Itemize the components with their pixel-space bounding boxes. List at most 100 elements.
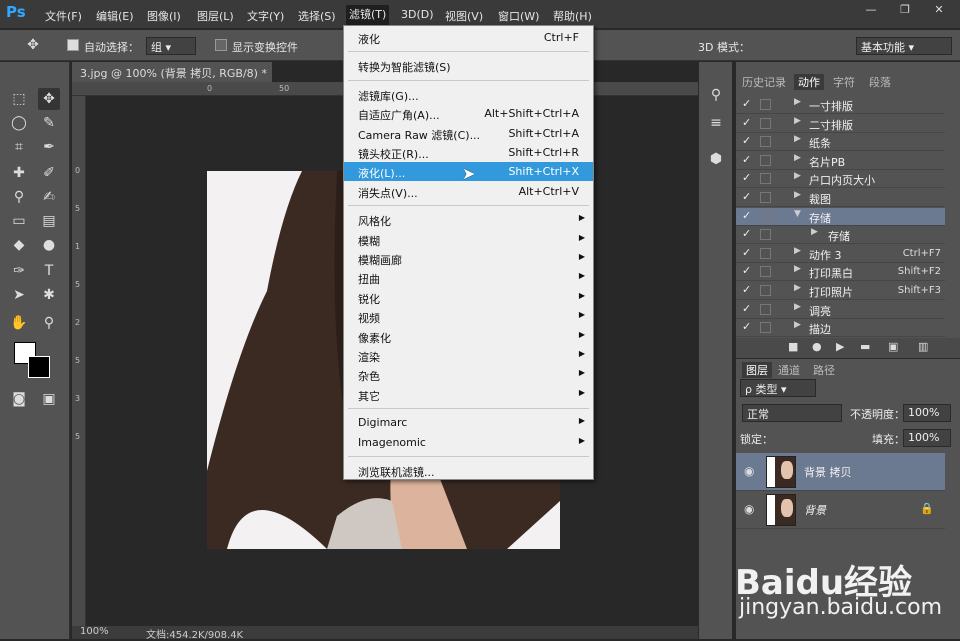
layer-name[interactable]: 背景 拷贝 <box>804 464 852 480</box>
action-dialog-toggle[interactable] <box>760 99 771 110</box>
shape-tool-icon[interactable]: ✱ <box>38 284 60 306</box>
minimize-icon[interactable]: — <box>864 3 878 17</box>
action-row[interactable]: ✓ ▶ 裁图 <box>736 189 945 207</box>
fill-input[interactable]: 100% <box>903 429 951 447</box>
action-dialog-toggle[interactable] <box>760 154 771 166</box>
new-action-icon[interactable]: ▣ <box>888 340 898 353</box>
blur-tool-icon[interactable]: ◆ <box>8 234 30 256</box>
expand-closed-icon[interactable]: ▶ <box>794 283 801 293</box>
filter-menu-item[interactable]: 模糊画廊 ▶ <box>344 249 593 268</box>
filter-menu-item[interactable]: 扭曲 ▶ <box>344 268 593 287</box>
tab-layers[interactable]: 图层 <box>742 362 772 378</box>
action-dialog-toggle[interactable] <box>760 285 771 296</box>
menu-3d[interactable]: 3D(D) <box>401 8 434 21</box>
hand-tool-icon[interactable]: ✋ <box>8 312 30 334</box>
action-check-icon[interactable]: ✓ <box>742 283 751 296</box>
clone-stamp-icon[interactable]: ⚲ <box>8 186 30 208</box>
menu-layer[interactable]: 图层(L) <box>197 8 234 24</box>
action-row[interactable]: ✓ ▶ 存储 <box>736 226 945 245</box>
blend-mode-dropdown[interactable]: 正常 <box>742 404 842 422</box>
filter-menu-item[interactable]: Imagenomic ▶ <box>344 433 593 452</box>
tab-actions[interactable]: 动作 <box>794 74 824 90</box>
visibility-eye-icon[interactable]: ◉ <box>744 502 754 516</box>
background-color-swatch[interactable] <box>28 356 50 378</box>
history-brush-icon[interactable]: ✍ <box>38 186 60 208</box>
tab-character[interactable]: 字符 <box>833 74 855 90</box>
action-check-icon[interactable]: ✓ <box>742 302 751 315</box>
pen-tool-icon[interactable]: ✑ <box>8 260 30 282</box>
menu-file[interactable]: 文件(F) <box>45 8 82 24</box>
filter-menu-item[interactable]: Camera Raw 滤镜(C)... Shift+Ctrl+A <box>344 124 593 143</box>
action-row[interactable]: ✓ ▶ 名片PB <box>736 152 945 170</box>
menu-select[interactable]: 选择(S) <box>298 8 336 24</box>
eraser-tool-icon[interactable]: ▭ <box>8 210 30 232</box>
document-tab[interactable]: 3.jpg @ 100% (背景 拷贝, RGB/8) * <box>72 62 272 82</box>
filter-menu-item[interactable]: 消失点(V)... Alt+Ctrl+V <box>344 182 593 201</box>
action-dialog-toggle[interactable] <box>760 136 771 148</box>
filter-menu-item[interactable]: 风格化 ▶ <box>344 210 593 229</box>
quick-mask-icon[interactable]: ◙ <box>8 388 30 410</box>
action-check-icon[interactable]: ✓ <box>742 264 751 277</box>
quick-select-tool-icon[interactable]: ✎ <box>38 112 60 134</box>
move-tool-icon[interactable]: ✥ <box>38 88 60 110</box>
expand-closed-icon[interactable]: ▶ <box>811 227 818 237</box>
filter-menu-item[interactable]: 液化 Ctrl+F <box>344 28 593 47</box>
action-dialog-toggle[interactable] <box>760 303 771 315</box>
move-tool-preset-icon[interactable]: ✥ <box>22 34 44 56</box>
auto-select-dropdown[interactable]: 组 ▾ <box>146 37 196 55</box>
expand-closed-icon[interactable]: ▶ <box>794 171 801 181</box>
action-dialog-toggle[interactable] <box>760 322 771 334</box>
expand-closed-icon[interactable]: ▶ <box>794 320 801 330</box>
record-icon[interactable]: ● <box>812 340 822 353</box>
screen-mode-icon[interactable]: ▣ <box>38 388 60 410</box>
action-check-icon[interactable]: ✓ <box>742 190 751 203</box>
action-row[interactable]: ✓ ▶ 打印黑白 Shift+F2 <box>736 263 945 282</box>
filter-menu-item[interactable]: 渲染 ▶ <box>344 346 593 365</box>
action-check-icon[interactable]: ✓ <box>742 153 751 166</box>
action-check-icon[interactable]: ✓ <box>742 246 751 259</box>
new-set-icon[interactable]: ▬ <box>860 340 870 353</box>
marquee-tool-icon[interactable]: ⬚ <box>8 88 30 110</box>
workspace-dropdown[interactable]: 基本功能 ▾ <box>856 37 952 55</box>
filter-menu-item[interactable]: 自适应广角(A)... Alt+Shift+Ctrl+A <box>344 104 593 123</box>
action-dialog-toggle[interactable] <box>760 117 771 129</box>
action-row[interactable]: ✓ ▶ 调亮 <box>736 301 945 319</box>
action-row[interactable]: ✓ ▶ 户口内页大小 <box>736 170 945 189</box>
close-icon[interactable]: ✕ <box>932 3 946 17</box>
action-row[interactable]: ✓ ▶ 二寸排版 <box>736 115 945 133</box>
menu-view[interactable]: 视图(V) <box>445 8 483 24</box>
opacity-input[interactable]: 100% <box>903 404 951 422</box>
stop-icon[interactable]: ■ <box>788 340 798 353</box>
dodge-tool-icon[interactable]: ● <box>38 234 60 256</box>
gradient-tool-icon[interactable]: ▤ <box>38 210 60 232</box>
expand-closed-icon[interactable]: ▶ <box>794 153 801 163</box>
action-row[interactable]: ✓ ▶ 动作 3 Ctrl+F7 <box>736 245 945 263</box>
action-check-icon[interactable]: ✓ <box>742 320 751 333</box>
action-check-icon[interactable]: ✓ <box>742 227 751 240</box>
tab-paragraph[interactable]: 段落 <box>869 74 891 90</box>
tab-channels[interactable]: 通道 <box>778 362 800 378</box>
delete-icon[interactable]: ▥ <box>918 340 928 353</box>
filter-menu-item[interactable]: 视频 ▶ <box>344 307 593 326</box>
tab-history[interactable]: 历史记录 <box>742 74 786 90</box>
filter-menu-item[interactable]: 转换为智能滤镜(S) <box>344 56 593 75</box>
action-row[interactable]: ✓ ▶ 一寸排版 <box>736 96 945 114</box>
path-select-icon[interactable]: ➤ <box>8 284 30 306</box>
expand-closed-icon[interactable]: ▶ <box>794 246 801 256</box>
filter-menu-item[interactable]: Digimarc ▶ <box>344 413 593 432</box>
filter-menu-item[interactable]: 其它 ▶ <box>344 385 593 404</box>
restore-icon[interactable]: ❐ <box>898 3 912 17</box>
history-panel-icon[interactable]: ⚲ <box>705 84 727 106</box>
play-icon[interactable]: ▶ <box>836 340 844 353</box>
action-row[interactable]: ✓ ▶ 描边 <box>736 319 945 338</box>
action-dialog-toggle[interactable] <box>760 247 771 259</box>
filter-menu-item[interactable]: 锐化 ▶ <box>344 288 593 307</box>
crop-tool-icon[interactable]: ⌗ <box>8 136 30 158</box>
3d-panel-icon[interactable]: ⬢ <box>705 148 727 170</box>
tab-paths[interactable]: 路径 <box>813 362 835 378</box>
layer-row[interactable]: ◉ 背景 拷贝 <box>736 453 945 491</box>
filter-menu-item[interactable]: 模糊 ▶ <box>344 230 593 249</box>
brush-tool-icon[interactable]: ✐ <box>38 162 60 184</box>
menu-type[interactable]: 文字(Y) <box>247 8 284 24</box>
filter-menu-item[interactable]: 杂色 ▶ <box>344 365 593 384</box>
